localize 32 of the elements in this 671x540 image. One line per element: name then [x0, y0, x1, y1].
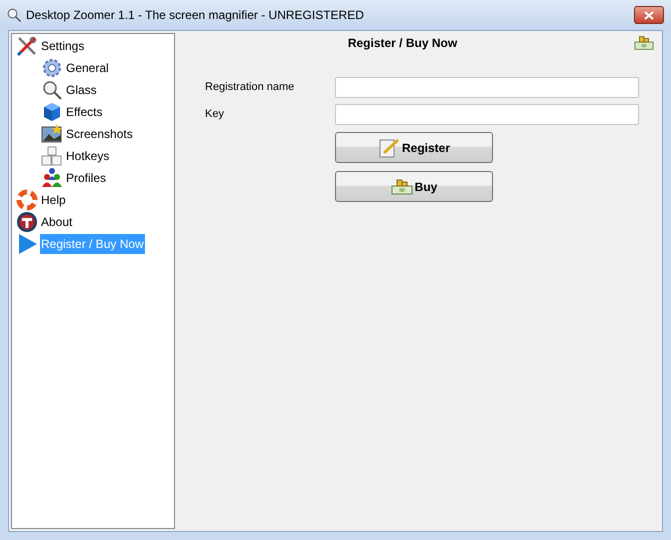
magnifier-icon — [41, 79, 63, 101]
gear-icon — [41, 57, 63, 79]
tree-item[interactable]: Glass — [65, 80, 98, 100]
tree-item[interactable]: Help — [40, 190, 67, 210]
tree-item[interactable]: Hotkeys — [65, 146, 110, 166]
money-icon — [634, 33, 654, 53]
field-label: Key — [205, 107, 225, 122]
window-title: Desktop Zoomer 1.1 - The screen magnifier - UNREGISTERED — [26, 7, 364, 24]
play-icon — [16, 233, 38, 255]
lifebuoy-icon — [16, 189, 38, 211]
tree-item[interactable]: Settings — [40, 36, 86, 56]
action-button[interactable]: Buy — [335, 171, 493, 202]
picture-star-icon — [41, 123, 63, 145]
people-icon — [41, 167, 63, 189]
tree-item[interactable]: Profiles — [65, 168, 108, 188]
keyboard-keys-icon — [41, 145, 63, 167]
tree-item[interactable]: Effects — [65, 102, 104, 122]
input-field[interactable] — [335, 77, 639, 98]
cube-icon — [41, 101, 63, 123]
close-button[interactable] — [634, 6, 664, 24]
tools-icon — [16, 35, 38, 57]
field-label: Registration name — [205, 80, 296, 96]
panel-title: Register / Buy Now — [348, 36, 458, 50]
magnifier-icon — [6, 7, 22, 23]
tree-item[interactable]: About — [40, 212, 74, 232]
action-button[interactable]: Register — [335, 132, 493, 163]
tree-item[interactable]: Screenshots — [65, 124, 134, 144]
close-icon — [644, 10, 654, 20]
input-field[interactable] — [335, 104, 639, 125]
pen-document-icon — [378, 136, 400, 158]
tree-item[interactable]: General — [65, 58, 110, 78]
t-logo-icon — [16, 211, 38, 233]
